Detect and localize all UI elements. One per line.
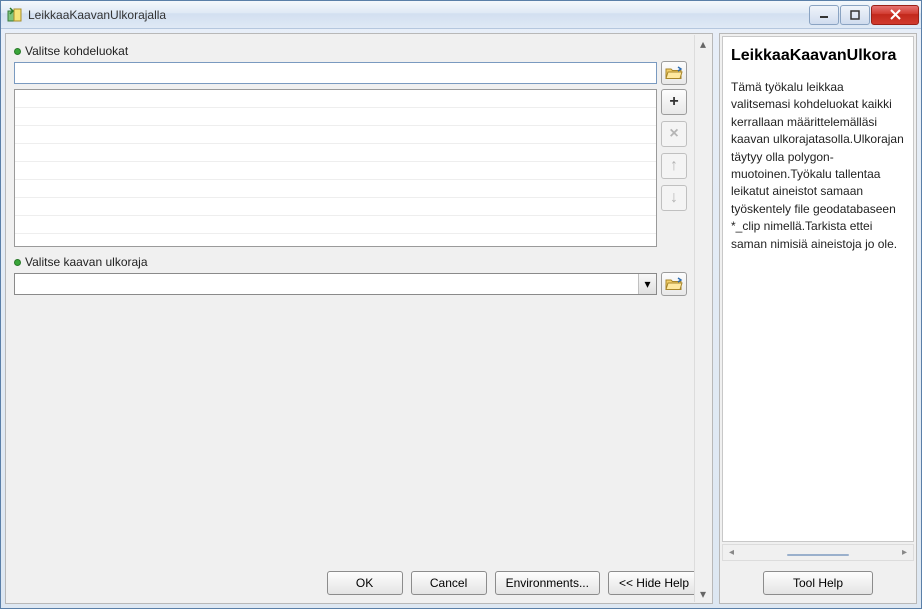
chevron-down-icon: ▾ <box>638 274 656 294</box>
kavulkoraja-dropdown[interactable]: ▾ <box>14 273 657 295</box>
required-dot-icon <box>14 48 21 55</box>
hide-help-button[interactable]: << Hide Help <box>608 571 700 595</box>
label-text: Valitse kohdeluokat <box>25 44 128 58</box>
window-title: LeikkaaKaavanUlkorajalla <box>28 8 809 22</box>
browse-button[interactable] <box>661 272 687 296</box>
scroll-track[interactable] <box>695 52 711 585</box>
field-kohdeluokat: Valitse kohdeluokat + <box>14 44 687 247</box>
required-dot-icon <box>14 259 21 266</box>
help-body: Tämä työkalu leikkaa valitsemasi kohdelu… <box>731 79 905 253</box>
tool-help-button[interactable]: Tool Help <box>763 571 873 595</box>
content-area: Valitse kohdeluokat + <box>1 29 921 608</box>
folder-open-icon <box>665 277 683 291</box>
folder-open-icon <box>665 66 683 80</box>
vertical-scrollbar[interactable]: ▴ ▾ <box>694 35 711 602</box>
scroll-right-icon[interactable]: ▸ <box>896 547 913 558</box>
horizontal-scrollbar[interactable]: ◂ ▸ <box>722 544 914 561</box>
arrow-up-icon: ↑ <box>670 157 678 175</box>
plus-icon: + <box>669 93 678 111</box>
environments-button[interactable]: Environments... <box>495 571 600 595</box>
scroll-left-icon[interactable]: ◂ <box>723 547 740 558</box>
titlebar[interactable]: LeikkaaKaavanUlkorajalla <box>1 1 921 29</box>
arrow-down-icon: ↓ <box>670 189 678 207</box>
dialog-button-bar: OK Cancel Environments... << Hide Help <box>6 563 712 603</box>
maximize-button[interactable] <box>840 5 870 25</box>
close-button[interactable] <box>871 5 919 25</box>
tool-dialog: LeikkaaKaavanUlkorajalla Valitse kohdelu… <box>0 0 922 609</box>
parameters-pane: Valitse kohdeluokat + <box>5 33 713 604</box>
x-icon: × <box>669 125 678 143</box>
scroll-up-icon[interactable]: ▴ <box>695 35 711 52</box>
scroll-down-icon[interactable]: ▾ <box>695 585 711 602</box>
app-icon <box>7 7 23 23</box>
move-down-button[interactable]: ↓ <box>661 185 687 211</box>
remove-button[interactable]: × <box>661 121 687 147</box>
add-button[interactable]: + <box>661 89 687 115</box>
minimize-button[interactable] <box>809 5 839 25</box>
ok-button[interactable]: OK <box>327 571 403 595</box>
help-title: LeikkaaKaavanUlkora <box>731 47 905 65</box>
kohdeluokat-list[interactable] <box>14 89 657 247</box>
field-kavulkoraja: Valitse kaavan ulkoraja ▾ <box>14 255 687 296</box>
list-side-buttons: + × ↑ ↓ <box>661 89 687 247</box>
cancel-button[interactable]: Cancel <box>411 571 487 595</box>
field-label: Valitse kaavan ulkoraja <box>14 255 687 269</box>
parameters-scroll: Valitse kohdeluokat + <box>6 34 695 563</box>
browse-button[interactable] <box>661 61 687 85</box>
field-label: Valitse kohdeluokat <box>14 44 687 58</box>
kohdeluokat-input[interactable] <box>14 62 657 84</box>
help-button-bar: Tool Help <box>720 563 916 603</box>
scroll-thumb[interactable] <box>787 554 849 556</box>
label-text: Valitse kaavan ulkoraja <box>25 255 148 269</box>
move-up-button[interactable]: ↑ <box>661 153 687 179</box>
window-controls <box>809 5 919 25</box>
help-content: LeikkaaKaavanUlkora Tämä työkalu leikkaa… <box>722 36 914 542</box>
help-pane: LeikkaaKaavanUlkora Tämä työkalu leikkaa… <box>719 33 917 604</box>
